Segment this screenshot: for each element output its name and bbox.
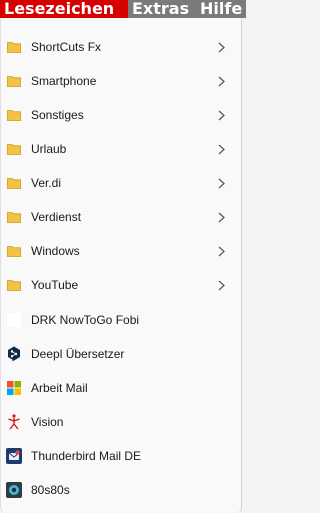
bookmark-label: Ver.di [31,176,62,190]
bookmark-folder-verdi[interactable]: Ver.di [1,166,241,200]
chevron-right-icon [215,277,227,293]
bookmark-folder-shortcuts-fx[interactable]: ShortCuts Fx [1,30,241,64]
chevron-right-icon [215,107,227,123]
bookmarks-dropdown: ShortCuts Fx Smartphone Sonstiges Urlaub [0,18,242,513]
menu-extras[interactable]: Extras [128,0,196,18]
vision-icon [6,414,22,430]
bookmark-link-arbeit-mail[interactable]: Arbeit Mail [1,371,241,405]
menu-bar: Lesezeichen Extras Hilfe [0,0,246,18]
folder-icon [6,73,22,89]
chevron-right-icon [215,243,227,259]
bookmark-link-drk-nowtogo-fobi[interactable]: DRK NowToGo Fobi [1,303,241,337]
bookmark-folder-youtube[interactable]: YouTube [1,268,241,302]
chevron-right-icon [215,141,227,157]
bookmark-label: Thunderbird Mail DE [31,449,142,463]
menu-lesezeichen[interactable]: Lesezeichen [0,0,128,18]
bookmark-folder-verdienst[interactable]: Verdienst [1,200,241,234]
bookmark-label: Smartphone [31,74,97,88]
folder-icon [6,141,22,157]
bookmark-link-deepl[interactable]: Deepl Übersetzer [1,337,241,371]
bookmark-label: Deepl Übersetzer [31,347,125,361]
chevron-right-icon [215,73,227,89]
radio-icon [6,482,22,498]
chevron-right-icon [215,39,227,55]
bookmark-link-thunderbird-mail[interactable]: Thunderbird Mail DE [1,439,241,473]
thunderbird-icon [6,448,22,464]
bookmark-label: DRK NowToGo Fobi [31,313,140,327]
bookmark-label: Verdienst [31,210,82,224]
bookmark-folder-windows[interactable]: Windows [1,234,241,268]
folder-icon [6,107,22,123]
folder-icon [6,175,22,191]
bookmark-folder-urlaub[interactable]: Urlaub [1,132,241,166]
folder-icon [6,243,22,259]
bookmark-label: ShortCuts Fx [31,40,102,54]
folder-icon [6,209,22,225]
bookmark-link-vision[interactable]: Vision [1,405,241,439]
bookmark-folder-sonstiges[interactable]: Sonstiges [1,98,241,132]
chevron-right-icon [215,209,227,225]
bookmark-folder-smartphone[interactable]: Smartphone [1,64,241,98]
bookmark-label: Sonstiges [31,108,84,122]
bookmark-label: Urlaub [31,142,67,156]
folder-icon [6,277,22,293]
chevron-right-icon [215,175,227,191]
microsoft-icon [6,380,22,396]
blank-page-icon [6,312,22,328]
bookmark-label: YouTube [31,278,79,292]
bookmark-label: Windows [31,244,80,258]
bookmark-label: Arbeit Mail [31,381,88,395]
deepl-icon [6,346,22,362]
folder-icon [6,39,22,55]
bookmark-label: Vision [31,415,64,429]
menu-hilfe[interactable]: Hilfe [196,0,246,18]
bookmark-label: 80s80s [31,483,70,497]
bookmark-link-80s80s[interactable]: 80s80s [1,473,241,507]
